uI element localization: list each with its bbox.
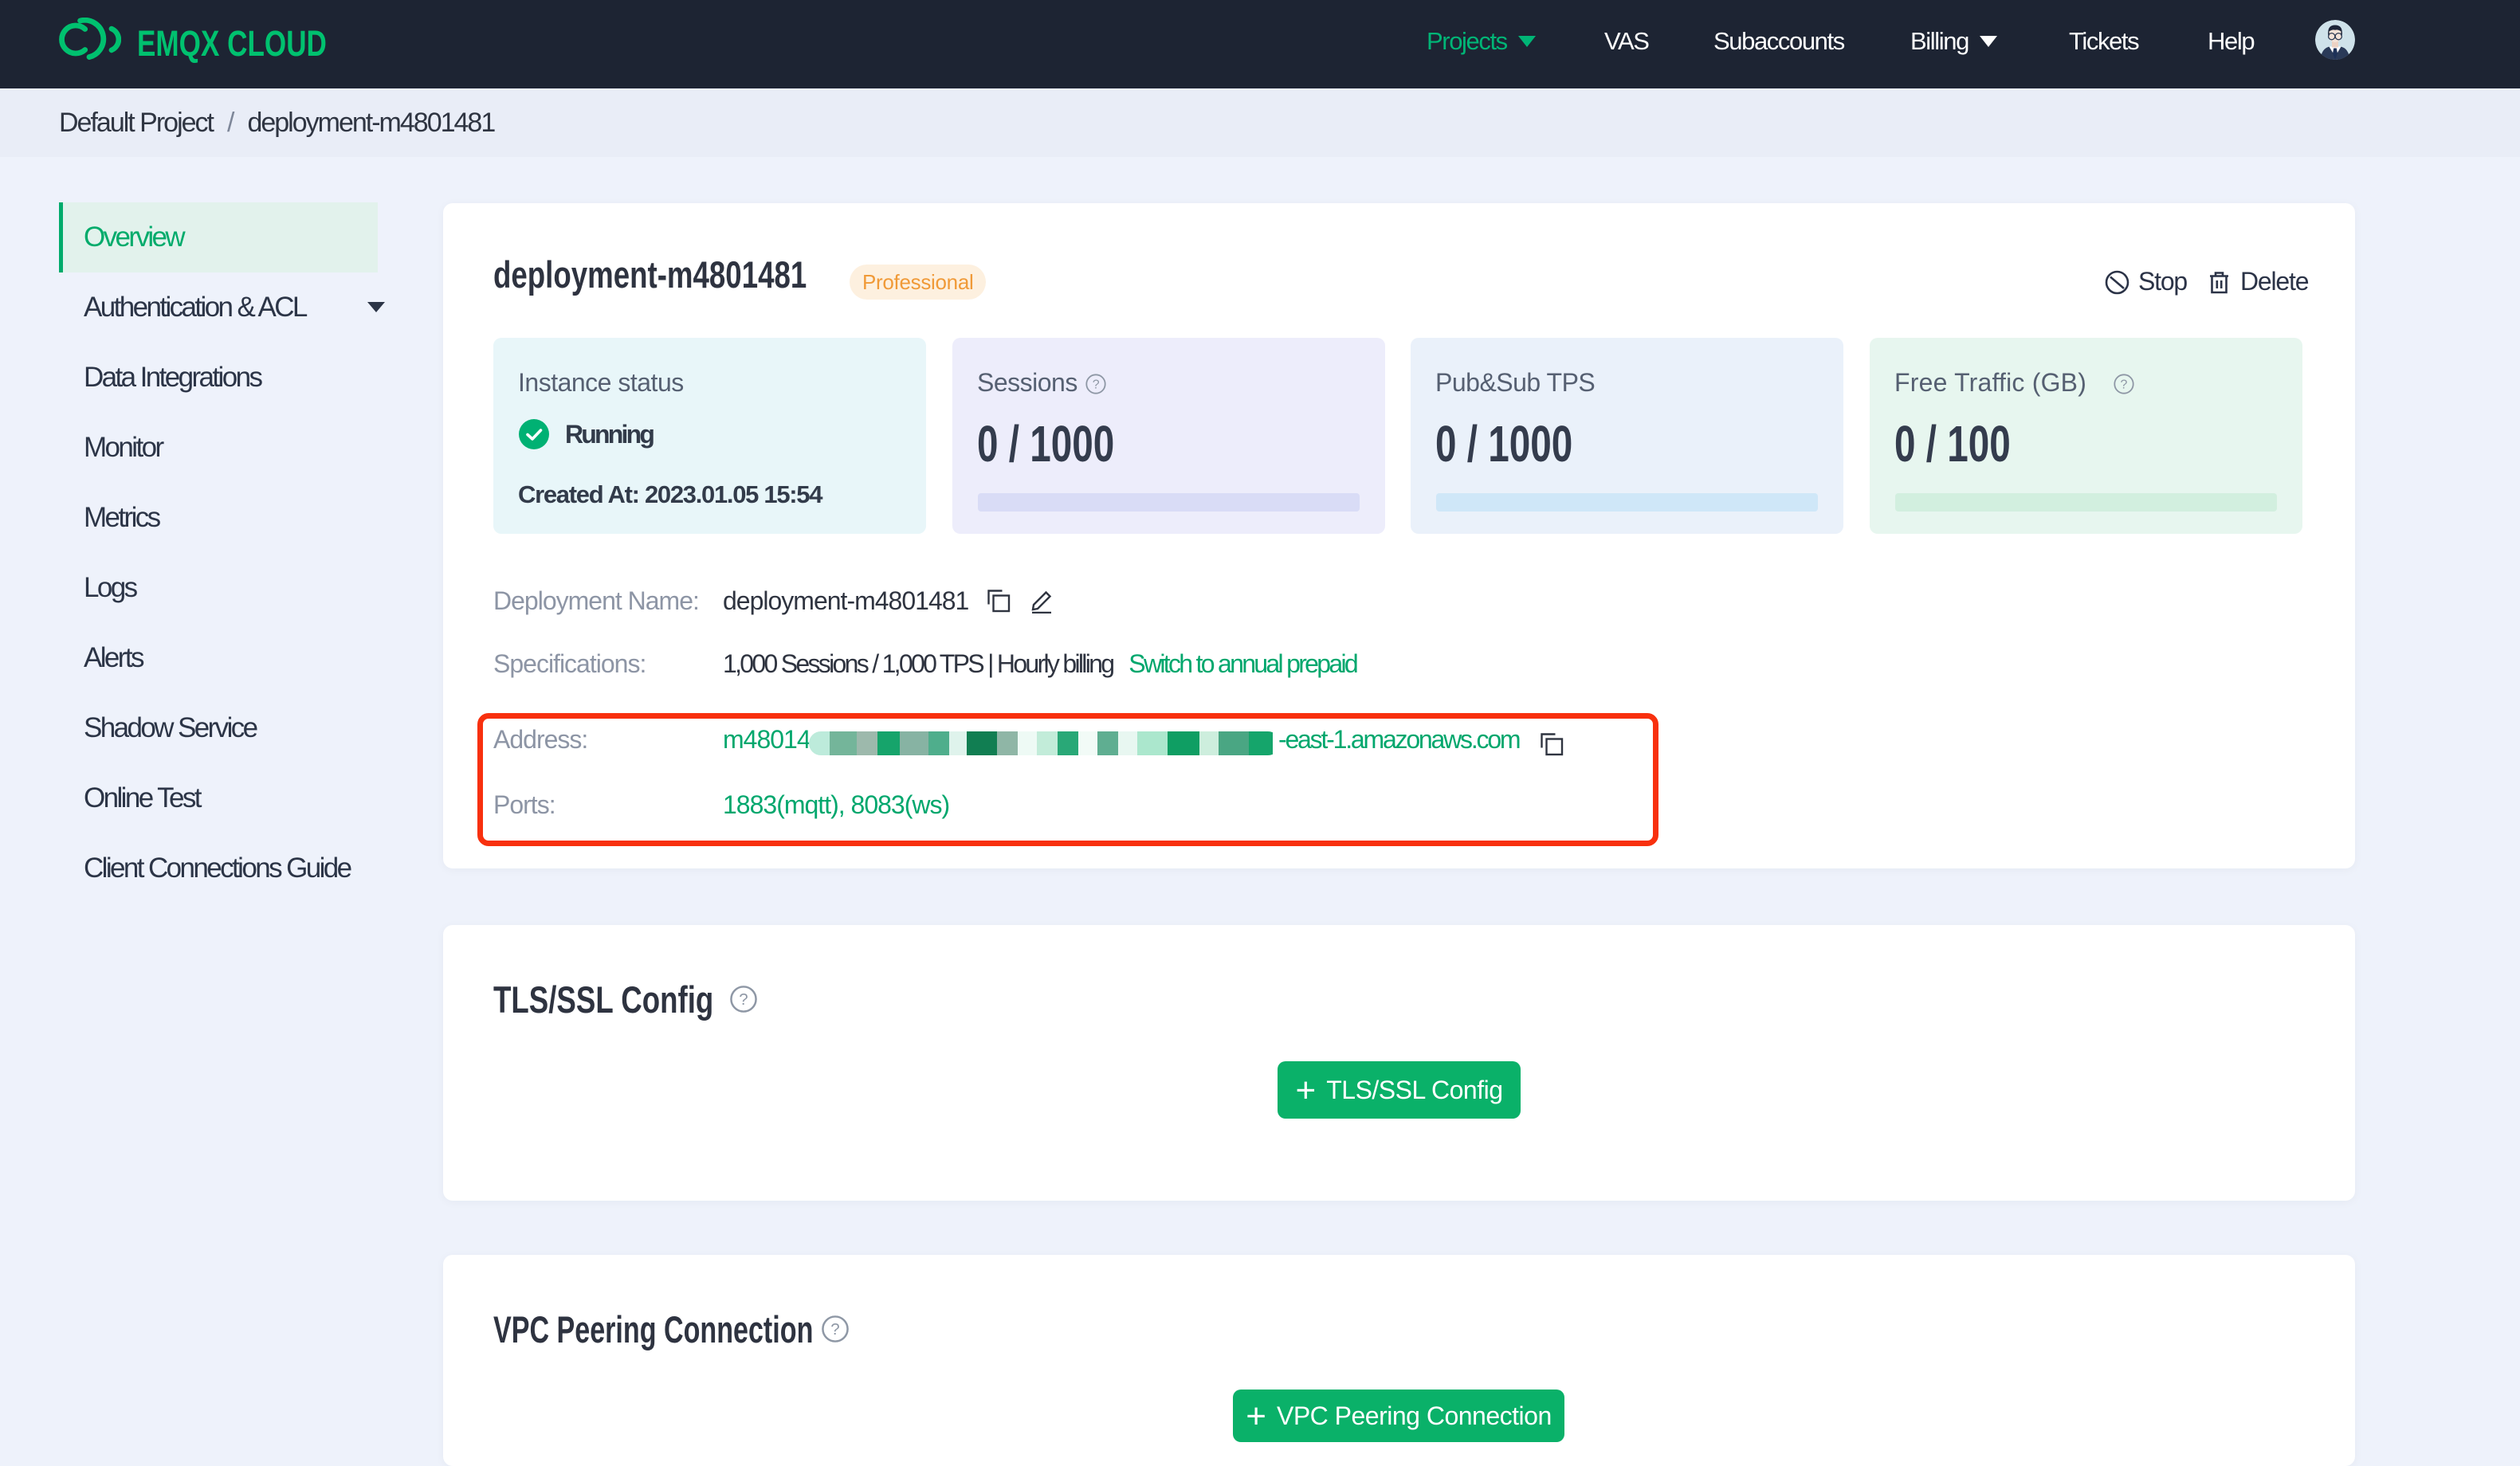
svg-text:?: ? <box>739 991 748 1009</box>
svg-text:?: ? <box>2121 378 2128 392</box>
svg-text:?: ? <box>830 1321 839 1339</box>
svg-text:?: ? <box>1093 378 1100 392</box>
